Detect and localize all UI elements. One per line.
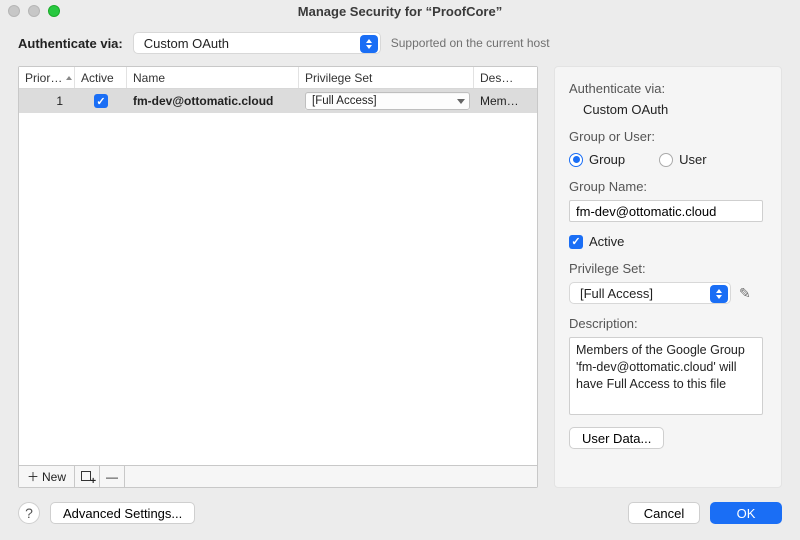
radio-unselected-icon: [659, 153, 673, 167]
group-or-user-label: Group or User:: [569, 129, 767, 144]
group-name-field[interactable]: [569, 200, 763, 222]
titlebar: Manage Security for “ProofCore”: [0, 0, 800, 24]
col-active[interactable]: Active: [75, 67, 127, 88]
authenticate-via-label: Authenticate via:: [569, 81, 767, 96]
account-detail: Authenticate via: Custom OAuth Group or …: [554, 66, 782, 488]
radio-selected-icon: [569, 153, 583, 167]
chevron-up-down-icon: [710, 285, 728, 303]
description-field[interactable]: Members of the Google Group 'fm-dev@otto…: [569, 337, 763, 415]
authenticate-select[interactable]: Custom OAuth: [133, 32, 381, 54]
ok-button[interactable]: OK: [710, 502, 782, 524]
remove-account-button[interactable]: —: [100, 466, 125, 487]
table-body: 1 ✓ fm-dev@ottomatic.cloud [Full Access]…: [19, 89, 537, 465]
accounts-table: Prior… Active Name Privilege Set Des… 1 …: [18, 66, 538, 488]
table-header: Prior… Active Name Privilege Set Des…: [19, 67, 537, 89]
table-footer: ＋ New —: [19, 465, 537, 487]
zoom-icon[interactable]: [48, 5, 60, 17]
minimize-icon[interactable]: [28, 5, 40, 17]
main-area: Prior… Active Name Privilege Set Des… 1 …: [0, 66, 800, 488]
checkmark-icon: ✓: [569, 235, 583, 249]
active-checkbox[interactable]: ✓ Active: [569, 234, 767, 249]
help-icon: ?: [25, 505, 33, 521]
col-name[interactable]: Name: [127, 67, 299, 88]
cell-active[interactable]: ✓: [75, 94, 127, 109]
plus-icon: ＋: [27, 468, 39, 485]
new-account-button[interactable]: ＋ New: [19, 466, 75, 487]
privilege-set-select[interactable]: [Full Access]: [569, 282, 731, 304]
authenticate-hint: Supported on the current host: [391, 36, 550, 50]
window-title: Manage Security for “ProofCore”: [298, 4, 502, 19]
checkmark-icon: ✓: [94, 94, 108, 108]
sort-ascending-icon: [66, 76, 72, 80]
table-row[interactable]: 1 ✓ fm-dev@ottomatic.cloud [Full Access]…: [19, 89, 537, 113]
cell-priority: 1: [19, 94, 75, 108]
pencil-icon: ✎: [739, 285, 751, 301]
authenticate-label: Authenticate via:: [18, 36, 123, 51]
col-privilege[interactable]: Privilege Set: [299, 67, 474, 88]
user-data-button[interactable]: User Data...: [569, 427, 664, 449]
window-controls: [8, 5, 60, 17]
user-radio[interactable]: User: [659, 152, 706, 167]
group-radio[interactable]: Group: [569, 152, 625, 167]
duplicate-account-button[interactable]: [75, 466, 100, 487]
group-name-label: Group Name:: [569, 179, 767, 194]
col-description[interactable]: Des…: [474, 67, 537, 88]
authenticate-row: Authenticate via: Custom OAuth Supported…: [0, 24, 800, 66]
help-button[interactable]: ?: [18, 502, 40, 524]
dialog-footer: ? Advanced Settings... Cancel OK: [0, 488, 800, 540]
edit-privilege-button[interactable]: ✎: [739, 285, 751, 302]
privilege-set-label: Privilege Set:: [569, 261, 767, 276]
authenticate-via-value: Custom OAuth: [569, 102, 767, 117]
minus-icon: —: [106, 470, 118, 484]
advanced-settings-button[interactable]: Advanced Settings...: [50, 502, 195, 524]
authenticate-select-value: Custom OAuth: [144, 36, 229, 51]
chevron-up-down-icon: [360, 35, 378, 53]
description-label: Description:: [569, 316, 767, 331]
duplicate-icon: [81, 471, 93, 483]
cell-privilege[interactable]: [Full Access]: [299, 92, 474, 110]
col-priority[interactable]: Prior…: [19, 67, 75, 88]
cancel-button[interactable]: Cancel: [628, 502, 700, 524]
close-icon[interactable]: [8, 5, 20, 17]
chevron-down-icon: [457, 99, 465, 104]
cell-description: Mem…: [474, 94, 537, 108]
cell-name: fm-dev@ottomatic.cloud: [127, 94, 299, 108]
